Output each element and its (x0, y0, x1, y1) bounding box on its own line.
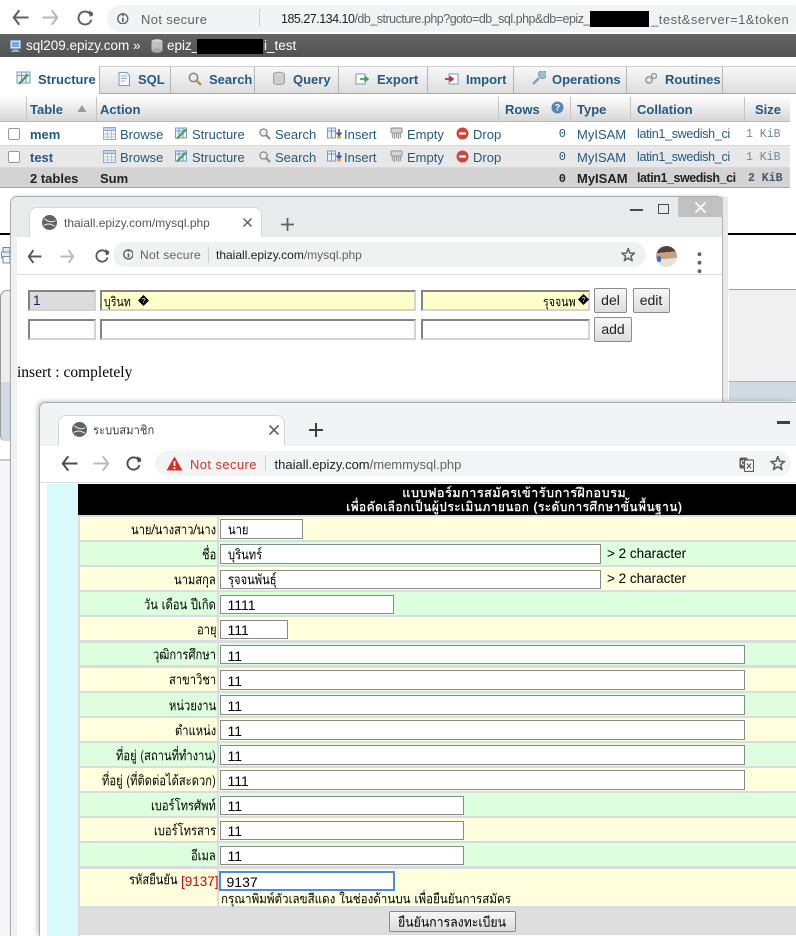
svg-text:?: ? (581, 295, 585, 304)
svg-text:?: ? (555, 103, 561, 113)
svg-text:?: ? (141, 296, 145, 305)
